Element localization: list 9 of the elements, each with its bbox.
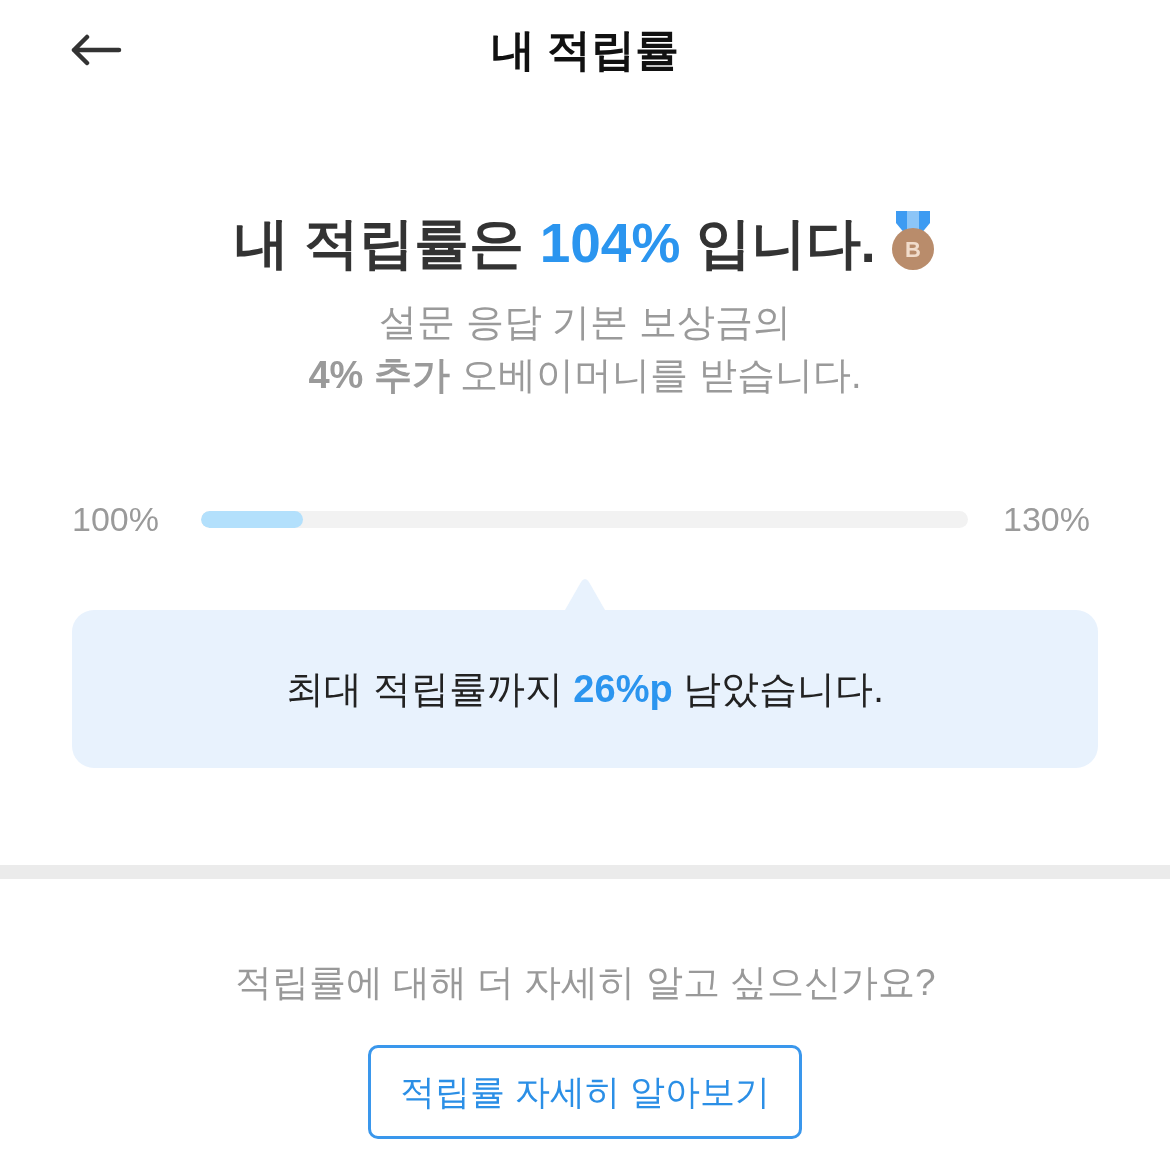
remaining-rate-text: 최대 적립률까지 26%p 남았습니다. [286,667,884,712]
reward-description: 설문 응답 기본 보상금의 4% 추가 오베이머니를 받습니다. [308,300,862,398]
headline: 내 적립률은 104% 입니다. [234,211,876,275]
more-info-question: 적립률에 대해 더 자세히 알고 싶으신가요? [234,961,936,1005]
learn-more-button[interactable]: 적립률 자세히 알아보기 [368,1045,802,1139]
min-rate-label: 100% [72,500,159,538]
max-rate-label: 130% [1003,499,1090,539]
back-arrow-icon [70,34,122,66]
page-title: 내 적립률 [490,24,680,76]
